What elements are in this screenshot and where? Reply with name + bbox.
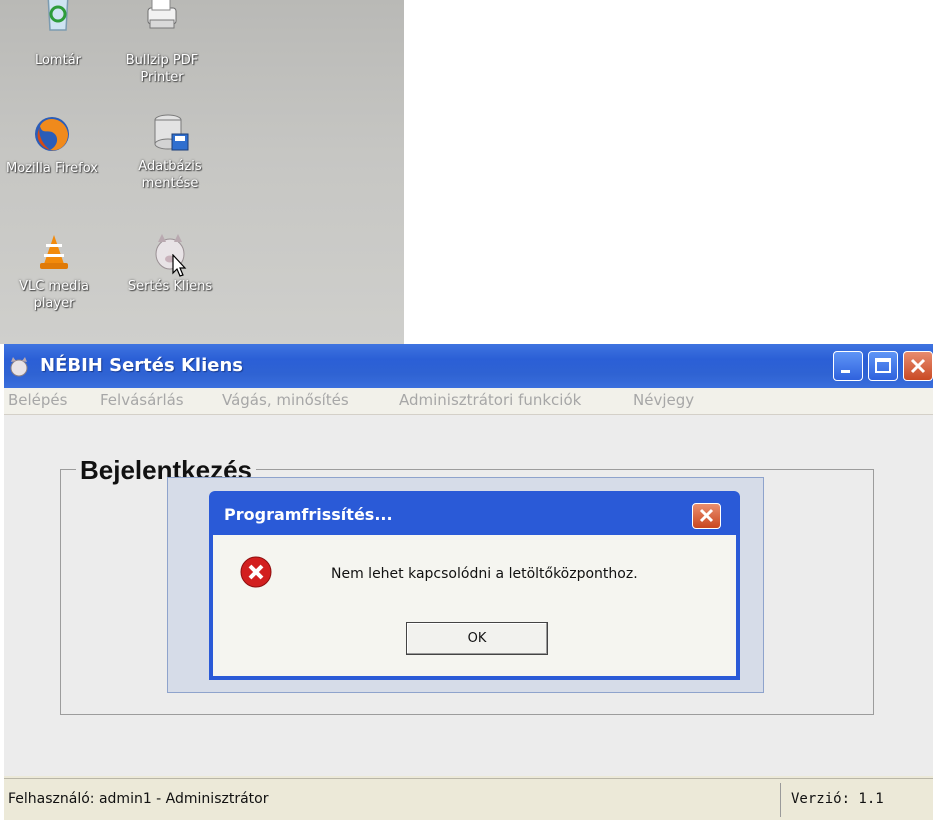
status-user: Felhasználó: admin1 - Adminisztrátor (8, 791, 269, 807)
ok-button[interactable]: OK (406, 622, 548, 655)
maximize-icon (875, 358, 891, 373)
close-icon (699, 508, 714, 523)
printer-icon (142, 0, 182, 40)
vlc-cone-icon (34, 232, 74, 272)
desktop-icon-database-backup[interactable]: Adatbázis mentése (120, 112, 220, 192)
desktop: Lomtár Bullzip PDF Printer Mozilla Firef… (0, 0, 404, 344)
desktop-icon-bullzip-printer[interactable]: Bullzip PDF Printer (112, 0, 212, 86)
desktop-icon-label: Lomtár (34, 53, 82, 68)
recycle-bin-icon (38, 0, 78, 40)
dialog-title: Programfrissítés... (224, 505, 393, 524)
menu-item-admin-funkciok[interactable]: Adminisztrátori funkciók (399, 391, 581, 409)
menu-item-belepes[interactable]: Belépés (8, 391, 67, 409)
mouse-cursor-icon (172, 254, 187, 277)
pig-app-icon (8, 356, 30, 378)
pig-app-icon (150, 232, 190, 277)
menu-item-nevjegy[interactable]: Névjegy (633, 391, 694, 409)
desktop-icon-vlc[interactable]: VLC media player (4, 232, 104, 312)
desktop-icon-firefox[interactable]: Mozilla Firefox (2, 114, 102, 177)
window-title: NÉBIH Sertés Kliens (40, 355, 243, 376)
desktop-icon-label: Bullzip PDF Printer (125, 53, 199, 85)
desktop-icon-recycle-bin[interactable]: Lomtár (8, 0, 108, 69)
menu-bar: Belépés Felvásárlás Vágás, minősítés Adm… (4, 388, 933, 415)
error-icon (240, 556, 272, 588)
desktop-icon-sertes-kliens[interactable]: Sertés Kliens (120, 232, 220, 295)
desktop-icon-label: Mozilla Firefox (6, 161, 98, 176)
minimize-icon (841, 370, 850, 373)
menu-item-vagas-minosites[interactable]: Vágás, minősítés (222, 391, 349, 409)
desktop-icon-label: VLC media player (19, 279, 89, 311)
firefox-icon (32, 114, 72, 154)
close-button[interactable] (903, 351, 933, 381)
status-divider (780, 783, 781, 817)
database-save-icon (150, 112, 190, 152)
desktop-icon-label: Adatbázis mentése (138, 159, 202, 191)
close-icon (910, 358, 926, 374)
dialog-close-button[interactable] (692, 503, 721, 529)
dialog-body: Nem lehet kapcsolódni a letöltőközpontho… (213, 535, 736, 676)
error-dialog: Programfrissítés... Nem lehet kapcsolódn… (209, 491, 740, 680)
title-bar[interactable]: NÉBIH Sertés Kliens (4, 344, 933, 388)
dialog-message: Nem lehet kapcsolódni a letöltőközpontho… (331, 566, 638, 582)
maximize-button[interactable] (868, 351, 898, 381)
status-version: Verzió: 1.1 (791, 791, 884, 807)
status-bar: Felhasználó: admin1 - Adminisztrátor Ver… (4, 778, 933, 820)
menu-item-felvasarlas[interactable]: Felvásárlás (100, 391, 184, 409)
desktop-icon-label: Sertés Kliens (127, 279, 213, 294)
minimize-button[interactable] (833, 351, 863, 381)
